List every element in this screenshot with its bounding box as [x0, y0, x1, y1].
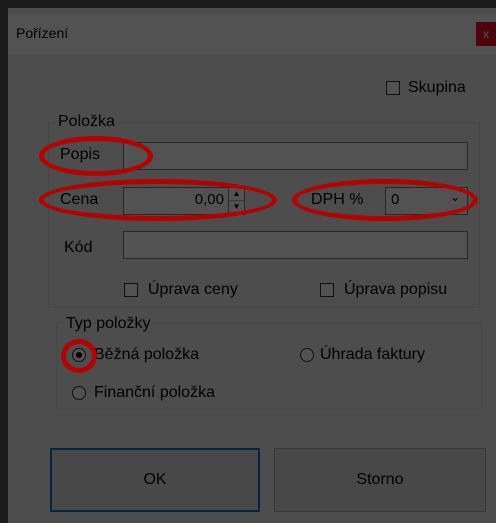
uprava-ceny-label: Úprava ceny [148, 281, 238, 298]
bezna-polozka-label: Běžná položka [94, 346, 199, 363]
ok-button[interactable]: OK [50, 448, 260, 512]
cena-label: Cena [60, 191, 99, 208]
storno-button[interactable]: Storno [274, 448, 486, 512]
close-button[interactable]: x [476, 22, 496, 46]
skupina-label: Skupina [408, 79, 466, 96]
chevron-down-icon[interactable]: ⌄ [450, 190, 460, 204]
spin-up-icon[interactable]: ▲ [229, 188, 244, 201]
uhrada-faktury-radio[interactable] [300, 348, 314, 362]
title-bar [8, 14, 496, 54]
polozka-group-title: Položka [56, 113, 117, 131]
kod-label: Kód [64, 239, 93, 256]
typ-group-title: Typ položky [64, 315, 153, 333]
financni-polozka-radio[interactable] [72, 386, 86, 400]
popis-label: Popis [60, 146, 101, 163]
uprava-popisu-checkbox[interactable] [320, 283, 334, 297]
kod-input[interactable] [123, 231, 468, 259]
financni-polozka-label: Finanční položka [94, 384, 215, 401]
uhrada-faktury-label: Úhrada faktury [320, 346, 425, 363]
dph-label: DPH % [311, 191, 364, 208]
uprava-ceny-checkbox[interactable] [124, 283, 138, 297]
cena-value: 0,00 [194, 191, 224, 208]
dph-value: 0 [391, 191, 400, 208]
cena-spinner[interactable]: ▲ ▼ [228, 188, 244, 214]
spin-down-icon[interactable]: ▼ [229, 201, 244, 213]
skupina-checkbox[interactable] [386, 81, 400, 95]
window-title: Pořízení [16, 25, 69, 41]
popis-input[interactable] [123, 142, 468, 170]
uprava-popisu-label: Úprava popisu [344, 281, 448, 298]
bezna-polozka-radio[interactable] [72, 348, 86, 362]
